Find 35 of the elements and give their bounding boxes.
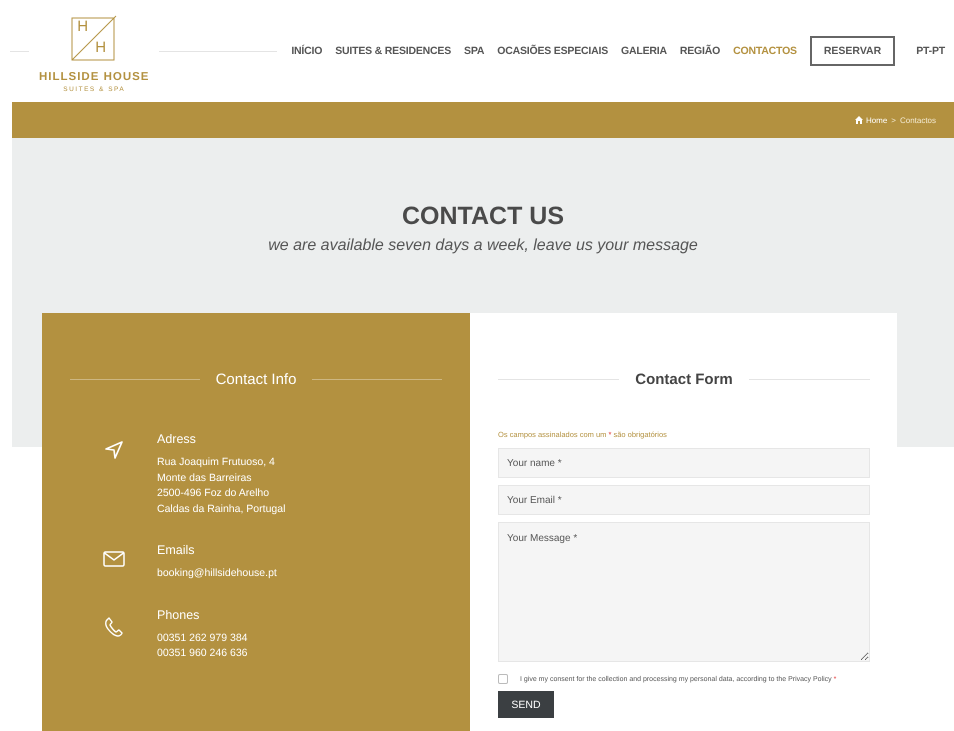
message-field[interactable]: Your Message * [498,522,870,662]
input-field[interactable]: Your Email * [498,485,870,515]
reserve-button[interactable]: RESERVAR [810,36,896,66]
contact-detail-line: Rua Joaquim Frutuoso, 4 [157,455,276,470]
nav-link[interactable]: OCASIÕES ESPECIAIS [497,45,608,57]
envelope-icon [102,551,124,567]
breadcrumb-current: Contactos [900,116,936,124]
logo-monogram: H H [71,15,118,61]
contact-detail-line: Caldas da Rainha, Portugal [157,502,286,516]
input-field[interactable]: Your name * [498,448,870,478]
consent-checkbox[interactable] [498,674,508,684]
contact-item-title: Phones [157,608,200,622]
contact-detail-line: 2500-496 Foz do Arelho [157,486,270,501]
nav-link[interactable]: GALERIA [621,45,667,57]
nav-link[interactable]: PT-PT [916,45,945,57]
home-icon [854,116,863,124]
contact-detail-line: Monte das Barreiras [157,470,253,486]
contact-detail-line: booking@hillsidehouse.pt [157,566,277,581]
breadcrumb-separator: > [891,116,896,124]
contact-item-title: Adress [157,432,197,446]
section-title: Contact Info [216,371,296,388]
logo-name: HILLSIDE HOUSE [39,71,150,83]
send-button[interactable]: SEND [498,691,554,718]
page-subtitle: we are available seven days a week, leave us your message [268,237,698,255]
nav-link[interactable]: SPA [464,45,484,57]
phone-icon [102,616,124,638]
contact-item-title: Emails [157,543,196,557]
contact-detail-line: 00351 262 979 384 [157,630,248,646]
nav-link[interactable]: INÍCIO [291,45,322,57]
nav-link[interactable]: REGIÃO [680,45,720,57]
page-title: CONTACT US [402,202,564,231]
contact-detail-line: 00351 960 246 636 [157,646,248,661]
navigation-arrow-icon [104,440,124,460]
section-title: Contact Form [635,371,733,388]
nav-link[interactable]: SUITES & RESIDENCES [335,45,452,57]
